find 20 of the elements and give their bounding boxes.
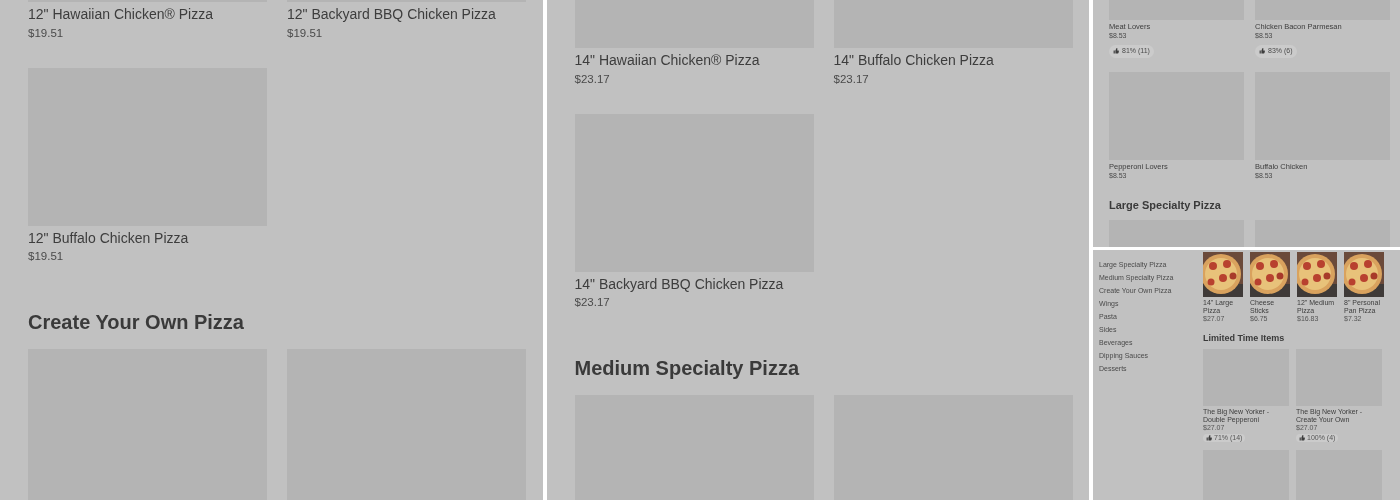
thumbs-up-icon [1259, 48, 1265, 55]
section-heading: Create Your Own Pizza [28, 309, 245, 335]
section-heading: Medium Specialty Pizza [574, 355, 801, 381]
item-name[interactable]: 14" Hawaiian Chicken® Pizza [574, 52, 814, 70]
item-name[interactable]: 12" Hawaiian Chicken® Pizza [28, 6, 267, 24]
section-heading: Limited Time Items [1203, 333, 1286, 345]
thumbs-up-icon [1299, 435, 1305, 442]
item-name[interactable]: 14" Buffalo Chicken Pizza [833, 52, 1073, 70]
thumbs-up-icon [1113, 48, 1119, 55]
item-price: $23.17 [574, 71, 611, 86]
item-name[interactable]: 12" Buffalo Chicken Pizza [28, 229, 267, 248]
item-price: $23.17 [833, 71, 870, 86]
item-name[interactable]: 12" Backyard BBQ Chicken Pizza [287, 6, 526, 24]
item-price: $19.51 [28, 249, 65, 264]
item-price: $19.51 [28, 25, 65, 40]
item-price: $19.51 [287, 25, 324, 40]
section-heading: Large Specialty Pizza [1109, 198, 1222, 213]
item-price: $23.17 [574, 295, 611, 310]
item-name[interactable]: 14" Backyard BBQ Chicken Pizza [574, 275, 814, 294]
thumbs-up-icon [1206, 435, 1212, 442]
